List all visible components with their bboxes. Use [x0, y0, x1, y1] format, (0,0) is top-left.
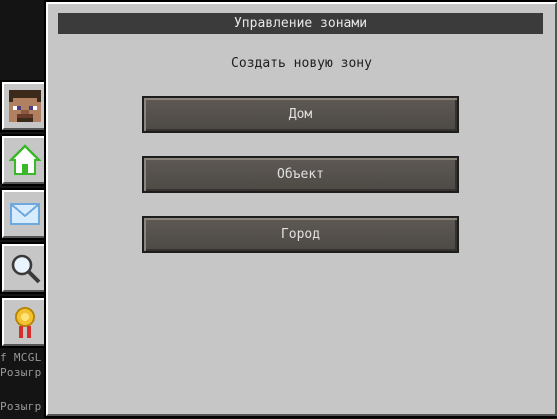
chat-line: Розыгр	[0, 400, 42, 413]
panel-title: Управление зонами	[58, 13, 543, 34]
tab-search[interactable]	[2, 244, 46, 292]
create-city-zone-button[interactable]: Город	[142, 216, 459, 253]
tab-profile[interactable]	[2, 82, 46, 130]
chat-line: f MCGL	[0, 351, 42, 364]
medal-icon	[15, 307, 35, 338]
chat-line: Розыгр	[0, 366, 42, 379]
tab-achievements[interactable]	[2, 298, 46, 346]
tab-zones[interactable]	[2, 136, 50, 184]
player-head-icon	[9, 90, 41, 122]
create-object-zone-button[interactable]: Объект	[142, 156, 459, 193]
panel-subtitle: Создать новую зону	[231, 56, 372, 71]
zone-management-panel: Управление зонами Создать новую зону Дом…	[46, 2, 557, 416]
magnifier-icon	[11, 254, 41, 284]
create-home-zone-button[interactable]: Дом	[142, 96, 459, 133]
envelope-icon	[10, 203, 40, 225]
house-icon	[9, 144, 41, 176]
tab-mail[interactable]	[2, 190, 46, 238]
